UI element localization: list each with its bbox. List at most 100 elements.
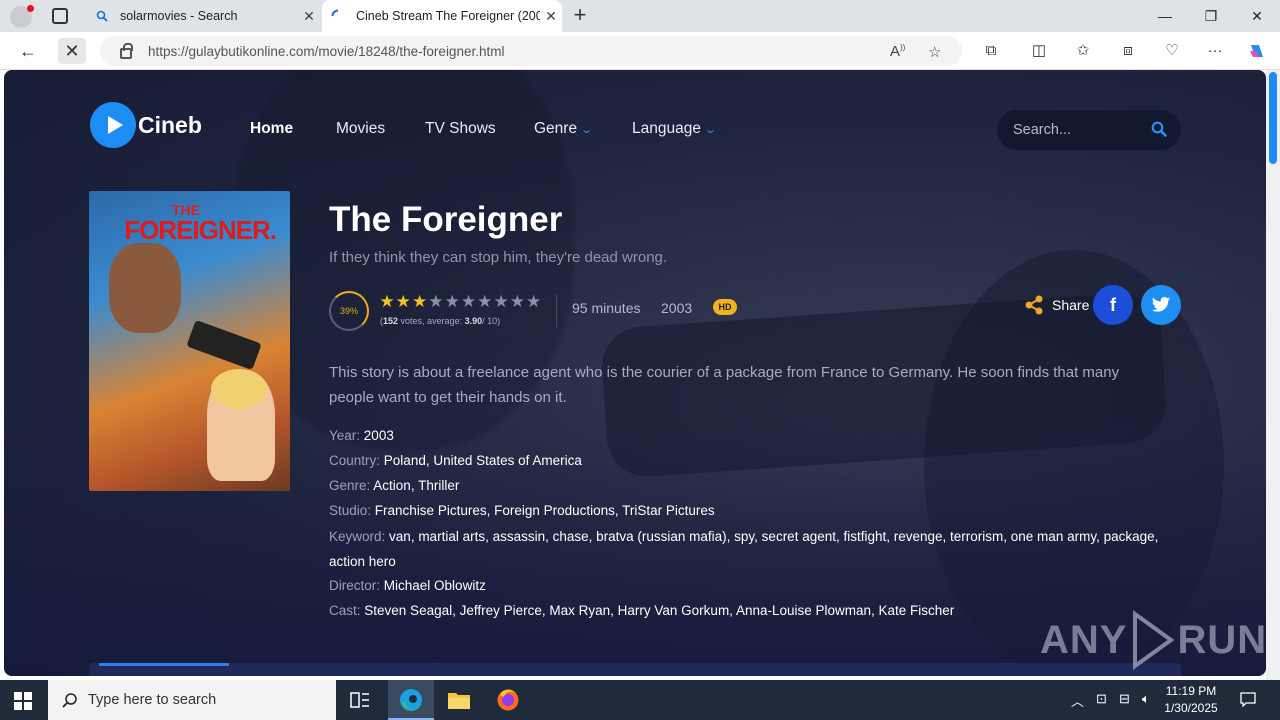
- poster-gun: [186, 319, 262, 371]
- close-tab-icon[interactable]: ✕: [540, 8, 562, 25]
- star-empty-icon[interactable]: ★: [493, 293, 509, 310]
- show-hidden-icons-icon[interactable]: ︿: [1071, 691, 1084, 710]
- star-empty-icon[interactable]: ★: [444, 293, 460, 310]
- meta-year: Year: 2003: [329, 428, 394, 443]
- meta-director: Director: Michael Oblowitz: [329, 578, 486, 593]
- meta-value[interactable]: Steven Seagal, Jeffrey Pierce, Max Ryan,…: [364, 603, 954, 618]
- tab-title: solarmovies - Search: [120, 9, 238, 23]
- file-explorer-icon[interactable]: [445, 686, 473, 714]
- facebook-share-button[interactable]: f: [1093, 285, 1133, 325]
- rating-stars[interactable]: ★ ★ ★ ★ ★ ★ ★ ★ ★ ★: [379, 293, 542, 310]
- poster-figure: [211, 369, 267, 409]
- share-label: Share: [1052, 297, 1090, 313]
- votes-average: 3.90: [464, 316, 483, 326]
- meta-label: Country:: [329, 453, 381, 468]
- meta-keyword: Keyword: van, martial arts, assassin, ch…: [329, 524, 1169, 574]
- clock-date: 1/30/2025: [1164, 701, 1218, 715]
- search-icon[interactable]: [1151, 121, 1167, 137]
- firefox-icon[interactable]: [494, 686, 522, 714]
- restore-icon[interactable]: ❐: [1188, 0, 1234, 32]
- nav-language[interactable]: Language ⌄: [632, 120, 717, 138]
- tab-actions-icon[interactable]: [52, 8, 68, 24]
- lock-icon[interactable]: [120, 42, 133, 59]
- split-screen-icon[interactable]: ◫: [1029, 41, 1049, 61]
- twitter-share-button[interactable]: [1141, 285, 1181, 325]
- system-clock[interactable]: 11:19 PM 1/30/2025: [1160, 683, 1222, 717]
- meta-value[interactable]: Michael Oblowitz: [384, 578, 486, 593]
- meta-label: Keyword:: [329, 529, 386, 544]
- favorites-icon[interactable]: ✩: [1073, 41, 1093, 61]
- stop-loading-icon[interactable]: ✕: [58, 38, 86, 64]
- meet-now-icon[interactable]: ⊡: [1096, 691, 1107, 707]
- loading-favicon-icon: [330, 8, 346, 24]
- meta-label: Director:: [329, 578, 381, 593]
- profile-avatar-icon[interactable]: [10, 5, 34, 28]
- nav-home[interactable]: Home: [250, 120, 293, 138]
- close-tab-icon[interactable]: ✕: [298, 8, 320, 25]
- tab-solarmovies[interactable]: solarmovies - Search ✕: [86, 0, 320, 32]
- meta-country: Country: Poland, United States of Americ…: [329, 453, 582, 468]
- nav-tv-shows[interactable]: TV Shows: [425, 120, 496, 138]
- meta-value[interactable]: Franchise Pictures, Foreign Productions,…: [375, 503, 715, 518]
- nav-genre-label: Genre: [534, 120, 578, 137]
- taskbar-search[interactable]: [48, 680, 336, 720]
- nav-language-label: Language: [632, 120, 701, 137]
- meta-value[interactable]: 2003: [364, 428, 394, 443]
- player-tabs-bar[interactable]: [89, 663, 1181, 676]
- twitter-bird-icon: [1151, 296, 1171, 312]
- star-empty-icon[interactable]: ★: [526, 293, 542, 310]
- nav-movies[interactable]: Movies: [336, 120, 385, 138]
- meta-genre: Genre: Action, Thriller: [329, 478, 459, 493]
- new-tab-icon[interactable]: +: [568, 4, 592, 28]
- scrollbar-thumb[interactable]: [1269, 72, 1277, 164]
- url-field[interactable]: https://gulaybutikonline.com/movie/18248…: [100, 36, 962, 66]
- extensions-icon[interactable]: ⧉: [981, 41, 1001, 61]
- share-group[interactable]: Share: [1024, 295, 1089, 315]
- back-arrow-icon[interactable]: ←: [14, 38, 42, 64]
- nav-genre[interactable]: Genre ⌄: [534, 120, 593, 138]
- star-empty-icon[interactable]: ★: [428, 293, 444, 310]
- meta-value[interactable]: van, martial arts, assassin, chase, brat…: [329, 529, 1158, 569]
- close-window-icon[interactable]: ✕: [1234, 0, 1280, 32]
- star-filled-icon[interactable]: ★: [412, 293, 428, 310]
- copilot-icon[interactable]: [1247, 41, 1267, 61]
- play-watermark-icon: [1133, 610, 1175, 670]
- search-favicon-icon: [94, 8, 110, 24]
- windows-start-icon[interactable]: [14, 692, 32, 710]
- star-empty-icon[interactable]: ★: [460, 293, 476, 310]
- favorite-star-icon[interactable]: ☆: [928, 43, 941, 61]
- meta-label: Cast:: [329, 603, 361, 618]
- votes-suffix: / 10): [482, 316, 501, 326]
- star-empty-icon[interactable]: ★: [509, 293, 525, 310]
- movie-poster[interactable]: THE FOREIGNER.: [89, 191, 290, 491]
- movie-year: 2003: [661, 300, 693, 316]
- star-filled-icon[interactable]: ★: [395, 293, 411, 310]
- browser-essentials-icon[interactable]: ♡: [1162, 41, 1182, 61]
- search-input[interactable]: [1013, 120, 1143, 140]
- clock-time: 11:19 PM: [1165, 684, 1217, 698]
- star-filled-icon[interactable]: ★: [379, 293, 395, 310]
- minimize-icon[interactable]: —: [1142, 0, 1188, 32]
- search-icon: [62, 693, 77, 708]
- page-scrollbar[interactable]: [1266, 70, 1280, 680]
- movie-description: This story is about a freelance agent wh…: [329, 364, 1120, 406]
- site-logo[interactable]: Cineb: [90, 102, 202, 148]
- read-aloud-icon[interactable]: A)): [890, 43, 905, 60]
- star-empty-icon[interactable]: ★: [477, 293, 493, 310]
- taskbar-search-input[interactable]: [88, 692, 308, 708]
- network-icon[interactable]: ⊟: [1119, 691, 1130, 707]
- brand-name: Cineb: [138, 111, 202, 138]
- notifications-icon[interactable]: [1240, 691, 1256, 710]
- site-search: [997, 110, 1181, 150]
- edge-browser-icon[interactable]: [397, 686, 425, 714]
- collections-icon[interactable]: ⧈: [1118, 41, 1138, 61]
- volume-icon[interactable]: 🔈︎: [1142, 691, 1150, 707]
- play-logo-icon: [90, 102, 136, 148]
- meta-studio: Studio: Franchise Pictures, Foreign Prod…: [329, 503, 715, 518]
- meta-label: Studio:: [329, 503, 372, 518]
- more-menu-icon[interactable]: ···: [1205, 41, 1225, 61]
- tab-cineb[interactable]: Cineb Stream The Foreigner (2003 ✕: [322, 0, 562, 32]
- meta-value[interactable]: Action, Thriller: [373, 478, 459, 493]
- task-view-icon[interactable]: [346, 686, 374, 714]
- meta-value[interactable]: Poland, United States of America: [384, 453, 582, 468]
